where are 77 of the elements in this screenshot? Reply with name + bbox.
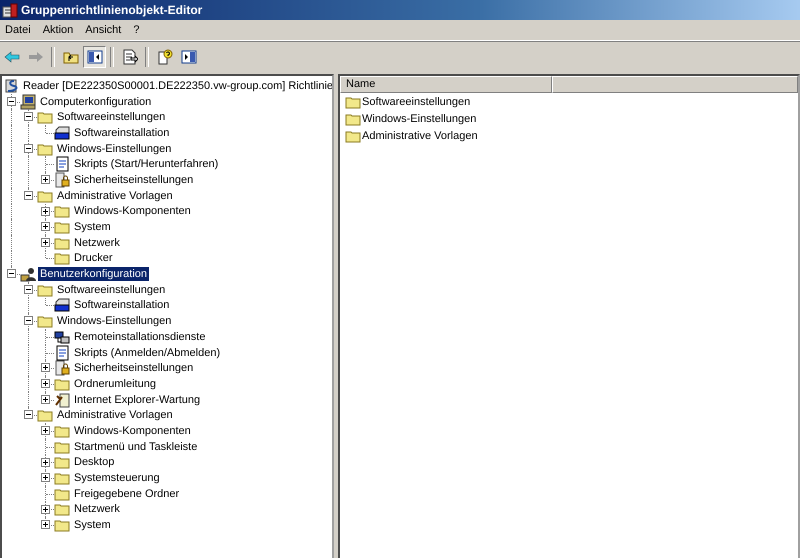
list-item[interactable]: Softwareeinstellungen	[361, 96, 470, 108]
tree-item[interactable]: Freigegebene Ordner	[72, 486, 182, 501]
window-title: Gruppenrichtlinienobjekt-Editor	[21, 3, 202, 17]
expand-toggle[interactable]	[41, 379, 50, 388]
expand-toggle[interactable]	[41, 458, 50, 466]
menu-item[interactable]: Aktion	[38, 22, 80, 38]
column-header[interactable]: Name	[340, 76, 552, 93]
expand-toggle[interactable]	[41, 238, 50, 247]
export-icon	[122, 49, 138, 65]
tree-item[interactable]: Sicherheitseinstellungen	[72, 172, 196, 187]
expand-toggle[interactable]	[41, 520, 50, 530]
collapse-toggle[interactable]	[24, 410, 33, 420]
list-item[interactable]: Windows-Einstellungen	[361, 112, 476, 124]
tree-item[interactable]: Drucker	[72, 251, 115, 266]
tree-item[interactable]: Desktop	[72, 455, 116, 470]
expand-toggle[interactable]	[41, 363, 50, 372]
expand-toggle[interactable]	[41, 222, 50, 232]
tree-item[interactable]: Computerkonfiguration	[38, 94, 154, 109]
computer-icon	[20, 94, 36, 110]
collapse-toggle[interactable]	[24, 284, 33, 294]
script-document-icon	[54, 344, 70, 361]
tree-item[interactable]: Netzwerk	[72, 236, 122, 250]
tree-item[interactable]: Remoteinstallationsdienste	[72, 330, 208, 344]
security-lock-icon	[54, 172, 70, 188]
remote-computer-icon	[54, 328, 70, 345]
tree-item[interactable]: Startmenü und Taskleiste	[72, 440, 200, 454]
tree-icon	[86, 49, 102, 65]
collapse-toggle[interactable]	[24, 144, 33, 153]
tree-item[interactable]: Benutzerkonfiguration	[38, 267, 150, 282]
tree-item[interactable]: Windows-Einstellungen	[55, 314, 174, 328]
user-icon	[20, 266, 36, 282]
tree-item[interactable]: Windows-Komponenten	[72, 424, 193, 438]
collapse-toggle[interactable]	[24, 190, 33, 200]
back-icon	[4, 49, 20, 65]
expand-toggle[interactable]	[41, 206, 50, 216]
expand-toggle[interactable]	[41, 175, 50, 184]
tree-item[interactable]: System	[72, 220, 113, 234]
collapse-toggle[interactable]	[24, 112, 33, 122]
tree-item[interactable]: Sicherheitseinstellungen	[72, 361, 196, 376]
script-document-icon	[54, 156, 70, 172]
software-package-icon	[54, 297, 70, 314]
help-icon	[156, 49, 172, 65]
tree-item[interactable]: Softwareeinstellungen	[55, 110, 168, 124]
tree-item[interactable]: Softwareinstallation	[72, 126, 172, 140]
policy-icon	[3, 78, 19, 94]
expand-toggle[interactable]	[41, 426, 50, 436]
collapse-toggle[interactable]	[24, 316, 33, 326]
column-header[interactable]	[552, 76, 798, 93]
tree-item[interactable]: Administrative Vorlagen	[55, 188, 175, 203]
expand-toggle[interactable]	[41, 473, 50, 482]
tree-button[interactable]	[83, 46, 106, 68]
tree-item[interactable]: Windows-Einstellungen	[55, 142, 174, 156]
tree-item[interactable]: Netzwerk	[72, 502, 122, 516]
tree-item[interactable]: Ordnerumleitung	[72, 376, 158, 391]
menu-item[interactable]: ?	[128, 22, 146, 38]
collapse-toggle[interactable]	[7, 96, 16, 106]
tree-item[interactable]: Softwareeinstellungen	[55, 282, 168, 297]
tree-item[interactable]: Administrative Vorlagen	[55, 408, 175, 422]
tree-item[interactable]: Windows-Komponenten	[72, 204, 193, 218]
tree-item[interactable]: Skripts (Start/Herunterfahren)	[72, 157, 220, 172]
forward-icon	[28, 49, 44, 65]
app-icon	[2, 2, 18, 18]
panel-icon	[180, 49, 196, 65]
wrench-settings-icon	[54, 392, 70, 408]
tree-item[interactable]: Skripts (Anmelden/Abmelden)	[72, 346, 222, 360]
collapse-toggle[interactable]	[7, 269, 16, 278]
tree-item[interactable]: Systemsteuerung	[72, 471, 162, 486]
expand-toggle[interactable]	[41, 394, 50, 404]
software-package-icon	[54, 124, 70, 141]
menu-item[interactable]: Datei	[0, 22, 38, 38]
tree-item[interactable]: Internet Explorer-Wartung	[72, 392, 202, 407]
list-item[interactable]: Administrative Vorlagen	[361, 130, 478, 142]
tree-item[interactable]: System	[72, 518, 113, 532]
tree-item[interactable]: Softwareinstallation	[72, 298, 172, 312]
security-lock-icon	[54, 360, 70, 376]
expand-toggle[interactable]	[41, 504, 50, 514]
menu-item[interactable]: Ansicht	[80, 22, 128, 38]
